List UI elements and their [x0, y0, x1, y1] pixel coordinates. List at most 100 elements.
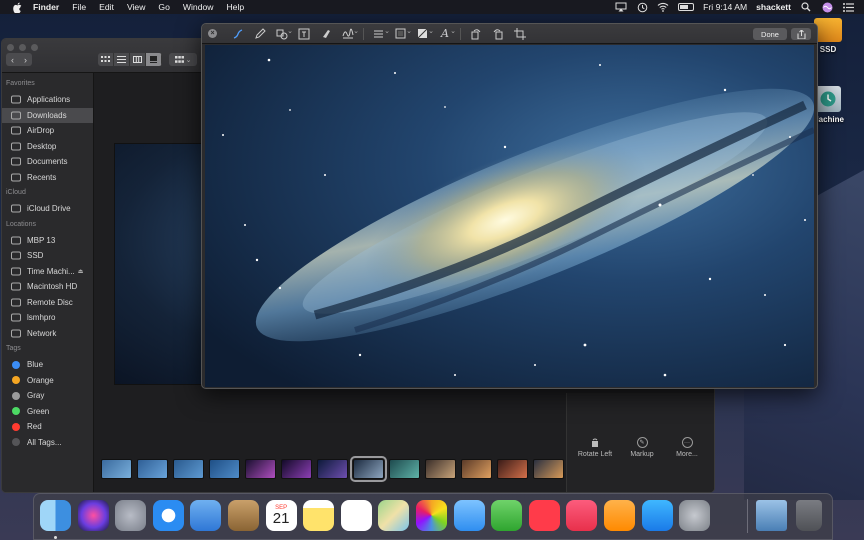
dock-downloads-stack[interactable]: [756, 500, 787, 531]
sidebar-item-orange[interactable]: Orange: [2, 373, 93, 389]
share-button[interactable]: [791, 28, 811, 40]
menu-app-name[interactable]: Finder: [33, 2, 59, 12]
search-icon[interactable]: [800, 2, 812, 12]
menu-file[interactable]: File: [72, 2, 86, 12]
dock-photos[interactable]: [416, 500, 447, 531]
dock-books[interactable]: [604, 500, 635, 531]
sidebar-item-documents[interactable]: Documents: [2, 154, 93, 170]
rotate-left-button[interactable]: Rotate Left: [575, 437, 615, 458]
sidebar-item-network[interactable]: Network: [2, 326, 93, 342]
gallery-thumb-10[interactable]: [425, 459, 456, 479]
dock-calendar[interactable]: SEP 21: [265, 500, 297, 531]
gallery-thumb-8[interactable]: [350, 456, 387, 482]
gallery-view-button[interactable]: [146, 53, 162, 66]
menu-help[interactable]: Help: [226, 2, 244, 12]
dock-messages[interactable]: [453, 500, 485, 531]
dock-trash[interactable]: [796, 500, 822, 531]
fill-color-icon[interactable]: [412, 24, 434, 44]
sidebar-item-blue[interactable]: Blue: [2, 357, 93, 373]
back-icon[interactable]: ‹: [11, 55, 14, 65]
sidebar-item-icloud-drive[interactable]: iCloud Drive: [2, 201, 93, 217]
dock-finder[interactable]: [40, 500, 71, 531]
time-machine-icon[interactable]: [636, 2, 648, 12]
siri-icon[interactable]: [821, 2, 833, 12]
markup-button[interactable]: ✎ Markup: [622, 437, 662, 458]
markup-canvas[interactable]: [205, 45, 814, 387]
close-icon[interactable]: ×: [208, 29, 217, 38]
crop-icon[interactable]: [509, 24, 531, 44]
dock-notes[interactable]: [303, 500, 335, 531]
apple-menu-icon[interactable]: [13, 2, 24, 13]
battery-icon[interactable]: [678, 3, 695, 11]
highlight-icon[interactable]: [315, 24, 337, 44]
sidebar-item-applications[interactable]: Applications: [2, 92, 93, 108]
gallery-thumb-1[interactable]: [101, 459, 132, 479]
shapes-icon[interactable]: [271, 24, 293, 44]
dock-maps[interactable]: [378, 500, 410, 531]
dock-safari[interactable]: [152, 500, 184, 531]
gallery-thumb-11[interactable]: [461, 459, 492, 479]
notification-center-icon[interactable]: [842, 2, 854, 12]
dock-news[interactable]: [528, 500, 560, 531]
sidebar-item-green[interactable]: Green: [2, 404, 93, 420]
minimize-window-button[interactable]: [19, 44, 26, 51]
wifi-icon[interactable]: [657, 2, 669, 12]
sidebar-item-desktop[interactable]: Desktop: [2, 139, 93, 155]
sidebar-item-recents[interactable]: Recents: [2, 170, 93, 186]
icon-view-button[interactable]: [98, 53, 114, 66]
dock-app-store[interactable]: [641, 500, 673, 531]
sidebar-item-airdrop[interactable]: AirDrop: [2, 123, 93, 139]
dock-launchpad[interactable]: [115, 500, 147, 531]
airplay-icon[interactable]: [615, 2, 627, 12]
user-name[interactable]: shackett: [756, 2, 791, 12]
gallery-thumb-6[interactable]: [281, 459, 312, 479]
sidebar-item-mbp-13[interactable]: MBP 13: [2, 233, 93, 249]
text-style-icon[interactable]: A: [434, 24, 456, 44]
close-window-button[interactable]: [7, 44, 14, 51]
dock-mail[interactable]: [190, 500, 222, 531]
gallery-thumb-3[interactable]: [173, 459, 204, 479]
rotate-right-icon[interactable]: [487, 24, 509, 44]
back-forward-buttons[interactable]: ‹ ›: [6, 53, 32, 66]
dock-siri[interactable]: [77, 500, 109, 531]
menu-view[interactable]: View: [127, 2, 145, 12]
menu-window[interactable]: Window: [183, 2, 214, 12]
zoom-window-button[interactable]: [31, 44, 38, 51]
gallery-thumb-4[interactable]: [209, 459, 240, 479]
sign-icon[interactable]: [337, 24, 359, 44]
text-box-icon[interactable]: [293, 24, 315, 44]
dock-music[interactable]: [566, 500, 598, 531]
menu-edit[interactable]: Edit: [99, 2, 114, 12]
dock-system-preferences[interactable]: [679, 500, 711, 531]
sidebar-item-downloads[interactable]: Downloads: [2, 107, 93, 123]
sidebar-item-lsmhpro[interactable]: lsmhpro: [2, 310, 93, 326]
sidebar-item-time-machi[interactable]: Time Machi... ⏏: [2, 264, 93, 280]
border-color-icon[interactable]: [390, 24, 412, 44]
list-view-button[interactable]: [114, 53, 130, 66]
rotate-left-icon[interactable]: [465, 24, 487, 44]
forward-icon[interactable]: ›: [24, 55, 27, 65]
draw-icon[interactable]: [249, 24, 271, 44]
sidebar-item-gray[interactable]: Gray: [2, 388, 93, 404]
shape-style-icon[interactable]: [368, 24, 390, 44]
gallery-thumb-12[interactable]: [497, 459, 528, 479]
gallery-thumb-9[interactable]: [389, 459, 420, 479]
dock-facetime[interactable]: [491, 500, 523, 531]
gallery-thumb-2[interactable]: [137, 459, 168, 479]
more-button[interactable]: ··· More...: [667, 437, 707, 458]
sidebar-item-all-tags[interactable]: All Tags...: [2, 435, 93, 451]
column-view-button[interactable]: [130, 53, 146, 66]
sidebar-item-remote-disc[interactable]: Remote Disc: [2, 295, 93, 311]
sidebar-item-red[interactable]: Red: [2, 419, 93, 435]
sidebar-item-macintosh-hd[interactable]: Macintosh HD: [2, 279, 93, 295]
clock[interactable]: Fri 9:14 AM: [703, 2, 747, 12]
dock-reminders[interactable]: [340, 500, 372, 531]
dock-contacts[interactable]: [228, 500, 259, 531]
done-button[interactable]: Done: [753, 28, 787, 40]
gallery-thumb-13[interactable]: [533, 459, 564, 479]
sidebar-item-ssd[interactable]: SSD: [2, 248, 93, 264]
menu-go[interactable]: Go: [158, 2, 169, 12]
view-mode-control[interactable]: [98, 53, 162, 66]
group-by-button[interactable]: ⌄: [169, 53, 197, 66]
sketch-icon[interactable]: [227, 24, 249, 44]
